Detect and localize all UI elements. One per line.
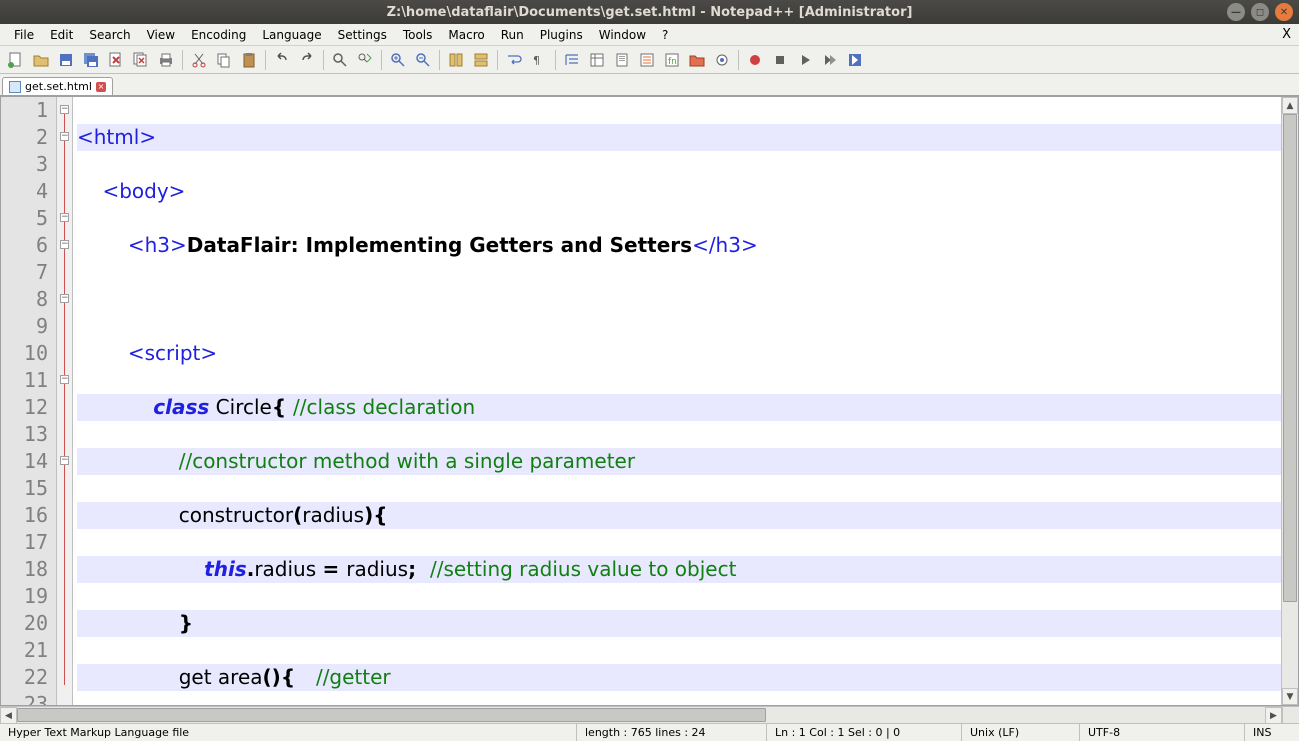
scroll-up-icon[interactable]: ▲ bbox=[1282, 97, 1298, 114]
stop-icon[interactable] bbox=[768, 49, 792, 71]
status-language: Hyper Text Markup Language file bbox=[0, 724, 577, 741]
menu-search[interactable]: Search bbox=[81, 26, 138, 44]
status-insert-mode[interactable]: INS bbox=[1245, 724, 1299, 741]
status-position: Ln : 1 Col : 1 Sel : 0 | 0 bbox=[767, 724, 962, 741]
menu-macro[interactable]: Macro bbox=[440, 26, 492, 44]
close-file-icon[interactable] bbox=[104, 49, 128, 71]
folder-workspace-icon[interactable] bbox=[685, 49, 709, 71]
vertical-scrollbar[interactable]: ▲ ▼ bbox=[1281, 97, 1298, 705]
save-macro-icon[interactable] bbox=[843, 49, 867, 71]
minimize-button[interactable]: — bbox=[1227, 3, 1245, 21]
play-multi-icon[interactable] bbox=[818, 49, 842, 71]
redo-icon[interactable] bbox=[295, 49, 319, 71]
print-icon[interactable] bbox=[154, 49, 178, 71]
cut-icon[interactable] bbox=[187, 49, 211, 71]
menu-view[interactable]: View bbox=[139, 26, 183, 44]
find-icon[interactable] bbox=[328, 49, 352, 71]
sync-h-icon[interactable] bbox=[469, 49, 493, 71]
scroll-left-icon[interactable]: ◀ bbox=[0, 707, 17, 724]
fold-column[interactable]: − − − − − − − bbox=[57, 97, 73, 705]
monitoring-icon[interactable] bbox=[710, 49, 734, 71]
wordwrap-icon[interactable] bbox=[502, 49, 526, 71]
menubar: File Edit Search View Encoding Language … bbox=[0, 24, 1299, 46]
status-eol: Unix (LF) bbox=[962, 724, 1080, 741]
menu-plugins[interactable]: Plugins bbox=[532, 26, 591, 44]
menubar-close-icon[interactable]: X bbox=[1282, 27, 1291, 42]
menu-run[interactable]: Run bbox=[493, 26, 532, 44]
menu-settings[interactable]: Settings bbox=[330, 26, 395, 44]
horizontal-scrollbar[interactable]: ◀ ▶ bbox=[0, 706, 1299, 723]
window-titlebar: Z:\home\dataflair\Documents\get.set.html… bbox=[0, 0, 1299, 24]
paste-icon[interactable] bbox=[237, 49, 261, 71]
maximize-button[interactable]: ◻ bbox=[1251, 3, 1269, 21]
status-encoding: UTF-8 bbox=[1080, 724, 1245, 741]
scroll-right-icon[interactable]: ▶ bbox=[1265, 707, 1282, 724]
tab-get-set-html[interactable]: get.set.html × bbox=[2, 77, 113, 95]
svg-text:¶: ¶ bbox=[533, 54, 540, 67]
sync-v-icon[interactable] bbox=[444, 49, 468, 71]
editor[interactable]: 1234567891011121314151617181920212223 − … bbox=[0, 96, 1299, 706]
ud-lang-icon[interactable] bbox=[585, 49, 609, 71]
code-area[interactable]: <html> <body> <h3>DataFlair: Implementin… bbox=[73, 97, 1281, 705]
func-list-icon[interactable]: fn bbox=[660, 49, 684, 71]
close-all-icon[interactable] bbox=[129, 49, 153, 71]
save-icon[interactable] bbox=[54, 49, 78, 71]
scroll-down-icon[interactable]: ▼ bbox=[1282, 688, 1298, 705]
window-title: Z:\home\dataflair\Documents\get.set.html… bbox=[387, 5, 913, 20]
indent-guide-icon[interactable] bbox=[560, 49, 584, 71]
open-file-icon[interactable] bbox=[29, 49, 53, 71]
doc-map-icon[interactable] bbox=[610, 49, 634, 71]
save-all-icon[interactable] bbox=[79, 49, 103, 71]
file-icon bbox=[9, 81, 21, 93]
statusbar: Hyper Text Markup Language file length :… bbox=[0, 723, 1299, 741]
menu-file[interactable]: File bbox=[6, 26, 42, 44]
tabbar: get.set.html × bbox=[0, 74, 1299, 96]
record-icon[interactable] bbox=[743, 49, 767, 71]
zoom-out-icon[interactable] bbox=[411, 49, 435, 71]
menu-window[interactable]: Window bbox=[591, 26, 654, 44]
menu-help[interactable]: ? bbox=[654, 26, 676, 44]
all-chars-icon[interactable]: ¶ bbox=[527, 49, 551, 71]
menu-edit[interactable]: Edit bbox=[42, 26, 81, 44]
status-length: length : 765 lines : 24 bbox=[577, 724, 767, 741]
svg-text:fn: fn bbox=[668, 57, 677, 67]
close-button[interactable]: ✕ bbox=[1275, 3, 1293, 21]
zoom-in-icon[interactable] bbox=[386, 49, 410, 71]
replace-icon[interactable] bbox=[353, 49, 377, 71]
menu-tools[interactable]: Tools bbox=[395, 26, 441, 44]
doc-list-icon[interactable] bbox=[635, 49, 659, 71]
line-number-gutter: 1234567891011121314151617181920212223 bbox=[1, 97, 57, 705]
menu-encoding[interactable]: Encoding bbox=[183, 26, 254, 44]
toolbar: ¶ fn bbox=[0, 46, 1299, 74]
tab-label: get.set.html bbox=[25, 80, 92, 93]
play-icon[interactable] bbox=[793, 49, 817, 71]
new-file-icon[interactable] bbox=[4, 49, 28, 71]
copy-icon[interactable] bbox=[212, 49, 236, 71]
tab-close-icon[interactable]: × bbox=[96, 82, 106, 92]
menu-language[interactable]: Language bbox=[254, 26, 329, 44]
undo-icon[interactable] bbox=[270, 49, 294, 71]
